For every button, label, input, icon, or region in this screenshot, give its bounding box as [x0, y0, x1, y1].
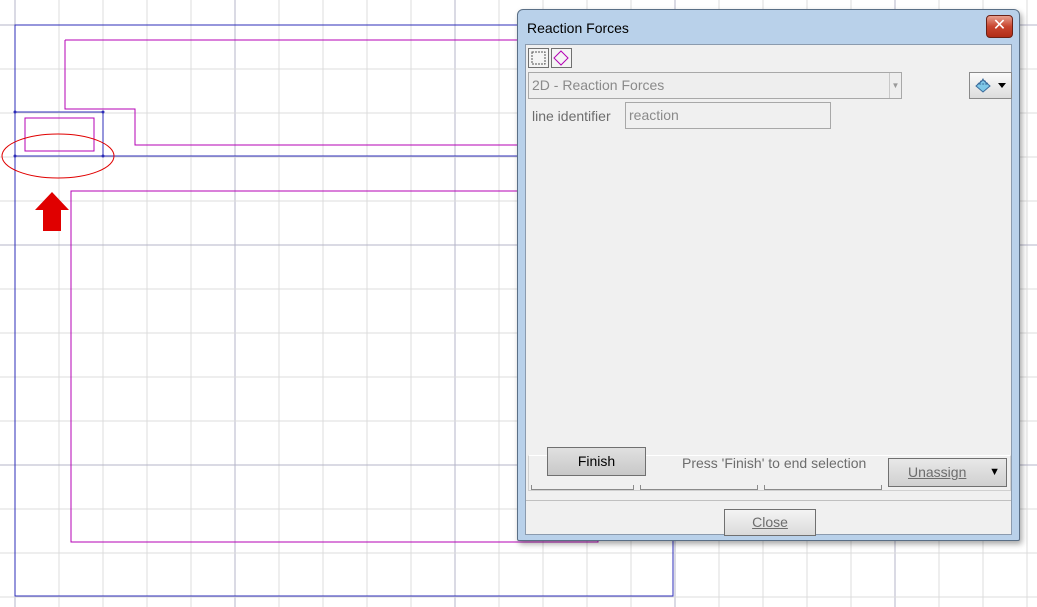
rectangle-select-icon [531, 51, 546, 65]
window-close-button[interactable]: ✕ [986, 15, 1013, 38]
dialog-title: Reaction Forces [527, 20, 629, 36]
reaction-forces-dialog: Reaction Forces ✕ 2D - Reaction Forces ▼ [517, 9, 1020, 541]
node[interactable] [13, 110, 17, 114]
polygon-select-button[interactable] [551, 48, 572, 68]
divider [526, 500, 1011, 501]
tab-underline [640, 485, 758, 490]
line-identifier-input[interactable]: reaction [625, 102, 831, 129]
arrow-up-icon [35, 192, 69, 231]
rectangle-select-button[interactable] [528, 48, 549, 68]
line-identifier-label: line identifier [532, 108, 611, 124]
node[interactable] [101, 110, 105, 114]
title-bar[interactable]: Reaction Forces ✕ [518, 10, 1019, 44]
close-icon: ✕ [992, 17, 1007, 34]
dialog-body: 2D - Reaction Forces ▼ line identifier r… [525, 44, 1012, 536]
display-options-dropdown[interactable] [969, 72, 1012, 99]
reaction-type-value: 2D - Reaction Forces [532, 77, 665, 93]
reaction-type-select[interactable]: 2D - Reaction Forces ▼ [528, 72, 902, 99]
selection-hint: Press 'Finish' to end selection [682, 455, 867, 471]
close-button[interactable]: Close [724, 509, 816, 536]
node[interactable] [13, 154, 17, 158]
unassign-button[interactable]: Unassign ▼ [888, 458, 1007, 487]
unassign-label: Unassign [908, 464, 967, 480]
polygon-select-icon [553, 50, 569, 66]
tab-underline [531, 485, 634, 490]
layers-icon [975, 78, 1006, 93]
close-button-label: Close [752, 514, 788, 530]
node[interactable] [101, 154, 105, 158]
finish-button[interactable]: Finish [547, 447, 646, 476]
chevron-down-icon[interactable]: ▼ [989, 459, 1000, 486]
tab-underline [764, 485, 882, 490]
chevron-down-icon[interactable]: ▼ [889, 73, 901, 98]
